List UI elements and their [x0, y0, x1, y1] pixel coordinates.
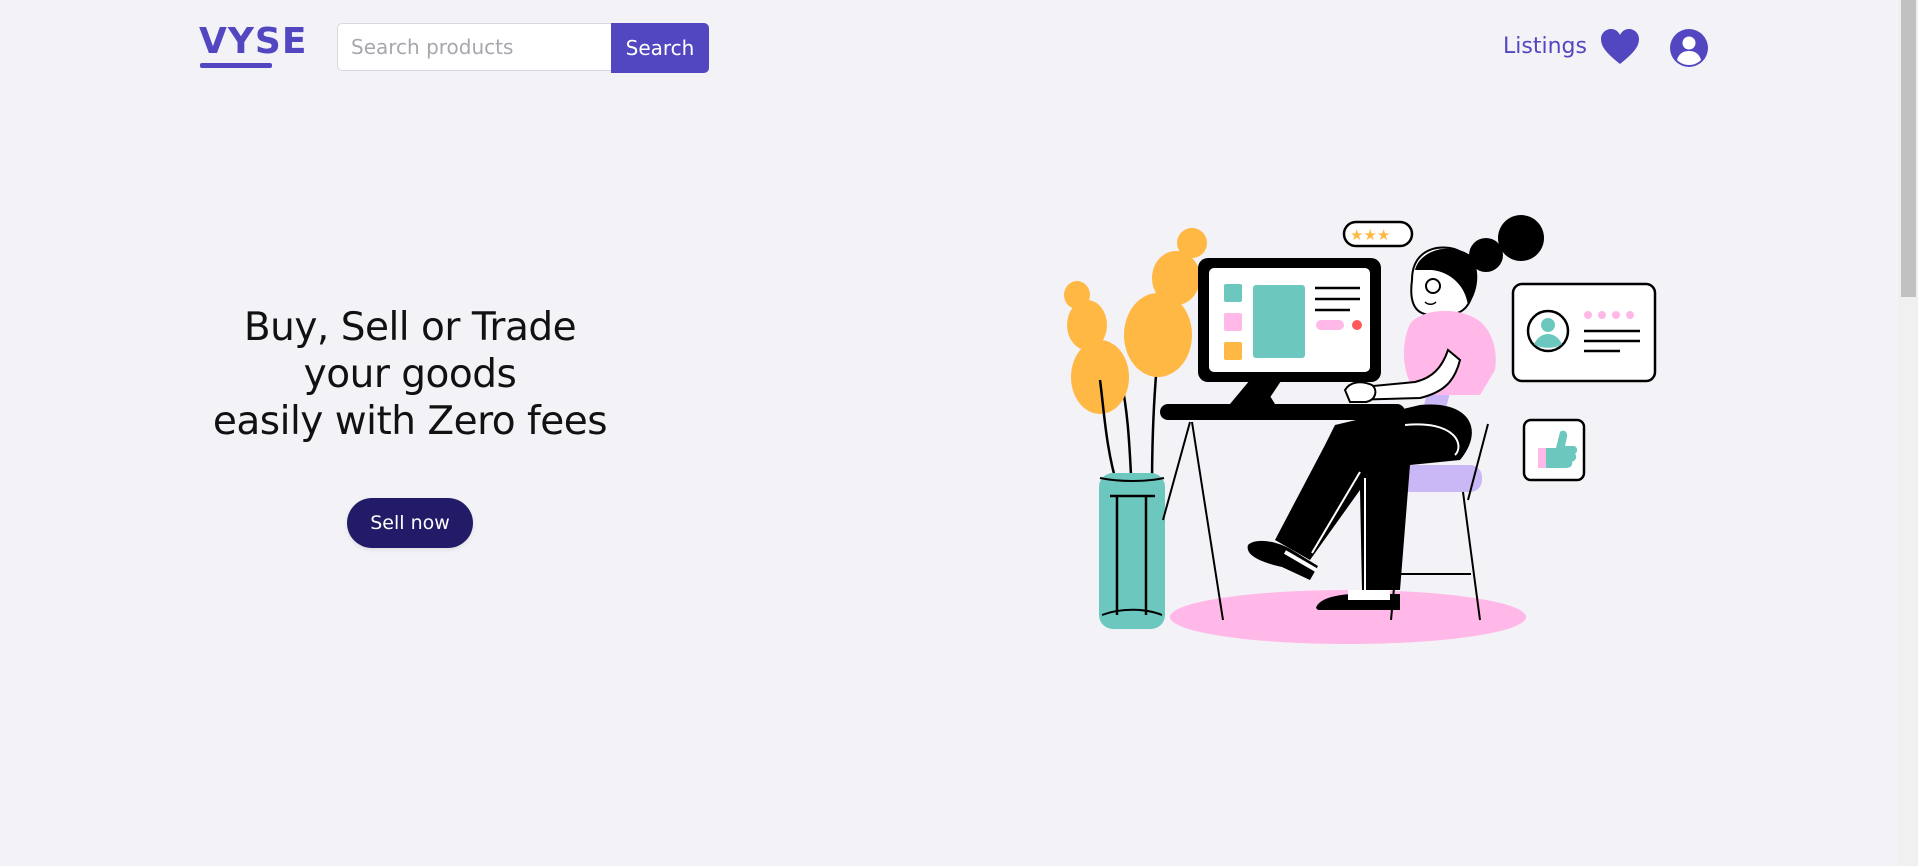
scrollbar-thumb[interactable] [1901, 0, 1916, 297]
logo-underline [200, 63, 272, 68]
hero-headline-line: easily with Zero fees [212, 399, 608, 444]
woman-at-computer-illustration: ★★★ [1064, 215, 1657, 644]
profile-card-illustration [1511, 282, 1657, 383]
search-button[interactable]: Search [611, 23, 709, 73]
user-circle-icon[interactable] [1670, 29, 1708, 67]
svg-text:★★★: ★★★ [1350, 226, 1390, 244]
hero-headline-line: Buy, Sell or Trade [243, 305, 577, 350]
rating-bubble-illustration: ★★★ [1342, 220, 1414, 248]
page: VYSE Search Listings Buy, Sell or Trade … [0, 0, 1918, 866]
site-logo[interactable]: VYSE [199, 21, 308, 70]
hero-headline-line: your goods [303, 352, 517, 397]
plant-illustration [1064, 228, 1207, 629]
nav-listings-link[interactable]: Listings [1503, 34, 1587, 59]
search-input[interactable] [337, 23, 611, 71]
hero-headline: Buy, Sell or Trade your goods easily wit… [200, 304, 620, 445]
thumbs-up-card-illustration [1522, 418, 1586, 482]
heart-icon[interactable] [1600, 28, 1640, 66]
logo-text: VYSE [199, 21, 308, 62]
sell-now-button[interactable]: Sell now [347, 498, 473, 548]
